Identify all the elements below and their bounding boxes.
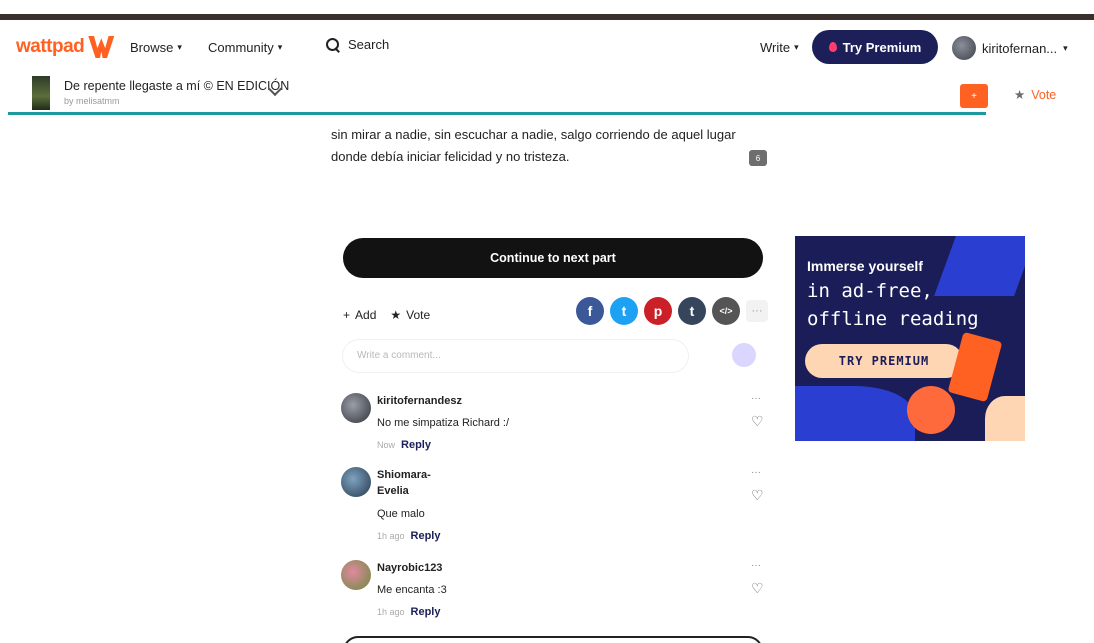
avatar[interactable] [341, 393, 371, 423]
write-label: Write [760, 40, 791, 55]
story-paragraph: sin mirar a nadie, sin escuchar a nadie,… [331, 127, 736, 164]
reading-progress-bar [8, 112, 986, 115]
more-icon[interactable]: ··· [751, 560, 761, 571]
vote-label: Vote [1031, 87, 1057, 102]
add-to-library-button[interactable]: + [960, 84, 988, 108]
logo-text: wattpad [16, 36, 85, 57]
comment-input[interactable]: Write a comment... [343, 340, 688, 372]
caret-down-icon: ▾ [794, 42, 799, 52]
reply-button[interactable]: Reply [411, 530, 441, 542]
ad-decoration [934, 236, 1025, 296]
community-menu[interactable]: Community ▾ [208, 40, 282, 55]
more-icon[interactable]: ··· [746, 300, 768, 322]
story-cover[interactable] [32, 76, 50, 110]
facebook-icon[interactable]: f [576, 297, 604, 325]
browser-top-strip [0, 0, 1094, 22]
community-label: Community [208, 40, 274, 55]
comment-author[interactable]: kiritofernandesz [377, 393, 497, 409]
story-title[interactable]: De repente llegaste a mí © EN EDICIÓN [64, 79, 289, 93]
star-icon: ★ [390, 308, 402, 322]
part-actions: + Add ★ Vote [343, 308, 430, 322]
search-icon [326, 37, 340, 52]
comment-text: No me simpatiza Richard :/ [377, 417, 510, 429]
avatar[interactable] [341, 560, 371, 590]
try-premium-button[interactable]: Try Premium [812, 30, 938, 64]
try-premium-label: Try Premium [842, 39, 922, 55]
ad-headline: Immerse yourself [807, 258, 923, 274]
premium-flame-icon [828, 42, 837, 52]
story-bar: De repente llegaste a mí © EN EDICIÓN by… [0, 74, 1094, 114]
wattpad-logo[interactable]: wattpad [16, 36, 115, 58]
browse-menu[interactable]: Browse ▾ [130, 40, 182, 55]
logo-w-icon [88, 36, 115, 58]
add-button[interactable]: + Add [343, 308, 376, 322]
comment-text: Que malo [377, 508, 425, 520]
premium-ad[interactable]: Immerse yourself in ad-free, offline rea… [795, 236, 1025, 441]
ad-decoration [985, 396, 1025, 441]
vote-part-button[interactable]: ★ Vote [390, 308, 430, 322]
dark-strip [0, 14, 1094, 20]
caret-down-icon: ▾ [177, 42, 182, 52]
comment-item: Shiomara-Evelia Que malo 1h ago Reply ··… [341, 467, 771, 547]
twitter-icon[interactable]: t [610, 297, 638, 325]
vote-part-label: Vote [406, 308, 431, 322]
next-part-outline [343, 636, 763, 643]
comment-meta: 1h ago Reply [377, 606, 441, 618]
comment-meta: Now Reply [377, 439, 431, 451]
username: kiritofernan... [982, 40, 1058, 56]
vote-button[interactable]: ★ Vote [1014, 87, 1057, 103]
continue-button[interactable]: Continue to next part [343, 238, 763, 278]
story-author[interactable]: by melisatmm [64, 96, 120, 106]
star-icon: ★ [1014, 88, 1026, 102]
ad-subline: in ad-free, [807, 280, 933, 302]
ad-try-premium-button[interactable]: TRY PREMIUM [805, 344, 963, 378]
share-buttons: f t p t </> ··· [576, 297, 768, 325]
reply-button[interactable]: Reply [401, 439, 431, 451]
search-label: Search [348, 37, 390, 52]
inline-comment-button[interactable]: 6 [749, 150, 767, 166]
heart-icon[interactable]: ♡ [751, 413, 764, 430]
comment-meta: 1h ago Reply [377, 530, 441, 542]
user-menu[interactable]: kiritofernan... ▾ [952, 36, 1068, 60]
send-icon[interactable] [732, 343, 756, 367]
tumblr-icon[interactable]: t [678, 297, 706, 325]
pinterest-icon[interactable]: p [644, 297, 672, 325]
heart-icon[interactable]: ♡ [751, 580, 764, 597]
comment-item: Nayrobic123 Me encanta :3 1h ago Reply ·… [341, 560, 771, 624]
phone-illustration [947, 331, 1003, 403]
comment-text: Me encanta :3 [377, 584, 447, 596]
avatar [952, 36, 976, 60]
add-label: Add [355, 308, 377, 322]
comment-time: Now [377, 440, 396, 450]
heart-icon[interactable]: ♡ [751, 487, 764, 504]
reply-button[interactable]: Reply [411, 606, 441, 618]
comment-time: 1h ago [377, 531, 405, 541]
comment-item: kiritofernandesz No me simpatiza Richard… [341, 393, 771, 457]
more-icon[interactable]: ··· [751, 467, 761, 478]
search-button[interactable]: Search [326, 37, 389, 52]
comment-time: 1h ago [377, 607, 405, 617]
comment-author[interactable]: Shiomara-Evelia [377, 467, 437, 499]
person-illustration [907, 386, 955, 434]
comment-author[interactable]: Nayrobic123 [377, 560, 497, 576]
caret-down-icon: ▾ [1063, 42, 1068, 53]
caret-down-icon: ▾ [277, 42, 283, 52]
ad-decoration [795, 386, 915, 441]
top-nav: wattpad Browse ▾ Community ▾ Search Writ… [0, 22, 1094, 74]
ad-subline: offline reading [807, 308, 979, 330]
write-menu[interactable]: Write ▾ [760, 40, 799, 55]
more-icon[interactable]: ··· [751, 393, 761, 404]
avatar[interactable] [341, 467, 371, 497]
browse-label: Browse [130, 40, 174, 55]
embed-icon[interactable]: </> [712, 297, 740, 325]
